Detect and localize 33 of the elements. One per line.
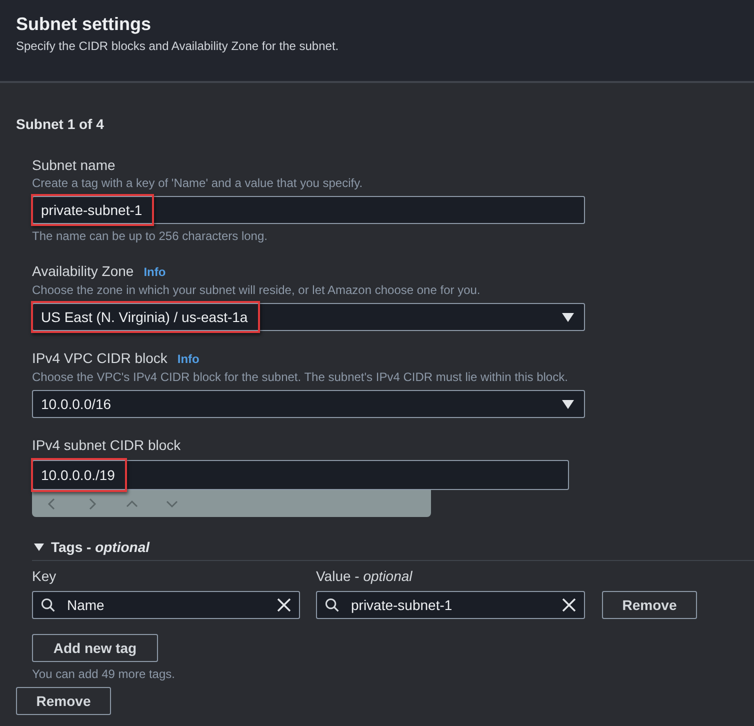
close-icon[interactable] xyxy=(277,598,291,612)
caret-down-icon xyxy=(562,400,574,408)
column-label: Key xyxy=(32,567,56,586)
field-description: Create a tag with a key of 'Name' and a value that you specify. xyxy=(32,175,363,191)
field-hint: The name can be up to 256 characters long. xyxy=(32,228,268,244)
field-description: Choose the zone in which your subnet will reside, or let Amazon choose one for you. xyxy=(32,282,480,298)
search-icon xyxy=(325,598,339,612)
add-tag-button[interactable]: Add new tag xyxy=(32,634,158,662)
section-title: Subnet settings xyxy=(16,13,152,35)
search-icon xyxy=(41,598,55,612)
field-label: Availability Zone xyxy=(32,262,134,281)
tags-toggle[interactable]: Tags - optional xyxy=(32,537,150,557)
field-label: Subnet name xyxy=(32,156,116,175)
text-field[interactable]: 10.0.0.0./19 xyxy=(32,460,569,490)
section-description: Specify the CIDR blocks and Availability Zone for the subnet. xyxy=(16,38,339,54)
field-label: IPv4 subnet CIDR block xyxy=(32,436,181,455)
remove-subnet-button[interactable]: Remove xyxy=(16,687,111,715)
subnet-title: Subnet 1 of 4 xyxy=(16,115,104,134)
chevron-up-icon[interactable] xyxy=(126,498,138,510)
caret-down-icon xyxy=(562,312,574,322)
text-field[interactable]: private-subnet-1 xyxy=(32,196,585,224)
column-label: Value - optional xyxy=(316,567,412,586)
info-link[interactable]: Info xyxy=(144,262,166,282)
close-icon[interactable] xyxy=(562,598,576,612)
key-field[interactable]: Name xyxy=(32,591,300,619)
remove-tag-button[interactable]: Remove xyxy=(602,591,697,619)
select-field[interactable]: 10.0.0.0/16 xyxy=(32,390,585,418)
info-link[interactable]: Info xyxy=(177,349,200,369)
tags-limit-note: You can add 49 more tags. xyxy=(32,666,175,682)
field-label: IPv4 VPC CIDR block xyxy=(32,349,168,368)
select-field[interactable]: US East (N. Virginia) / us-east-1a xyxy=(32,303,585,331)
value-field[interactable]: private-subnet-1 xyxy=(316,591,585,619)
field-description: Choose the VPC's IPv4 CIDR block for the subnet. The subnet's IPv4 CIDR must lie within this block. xyxy=(32,369,568,385)
